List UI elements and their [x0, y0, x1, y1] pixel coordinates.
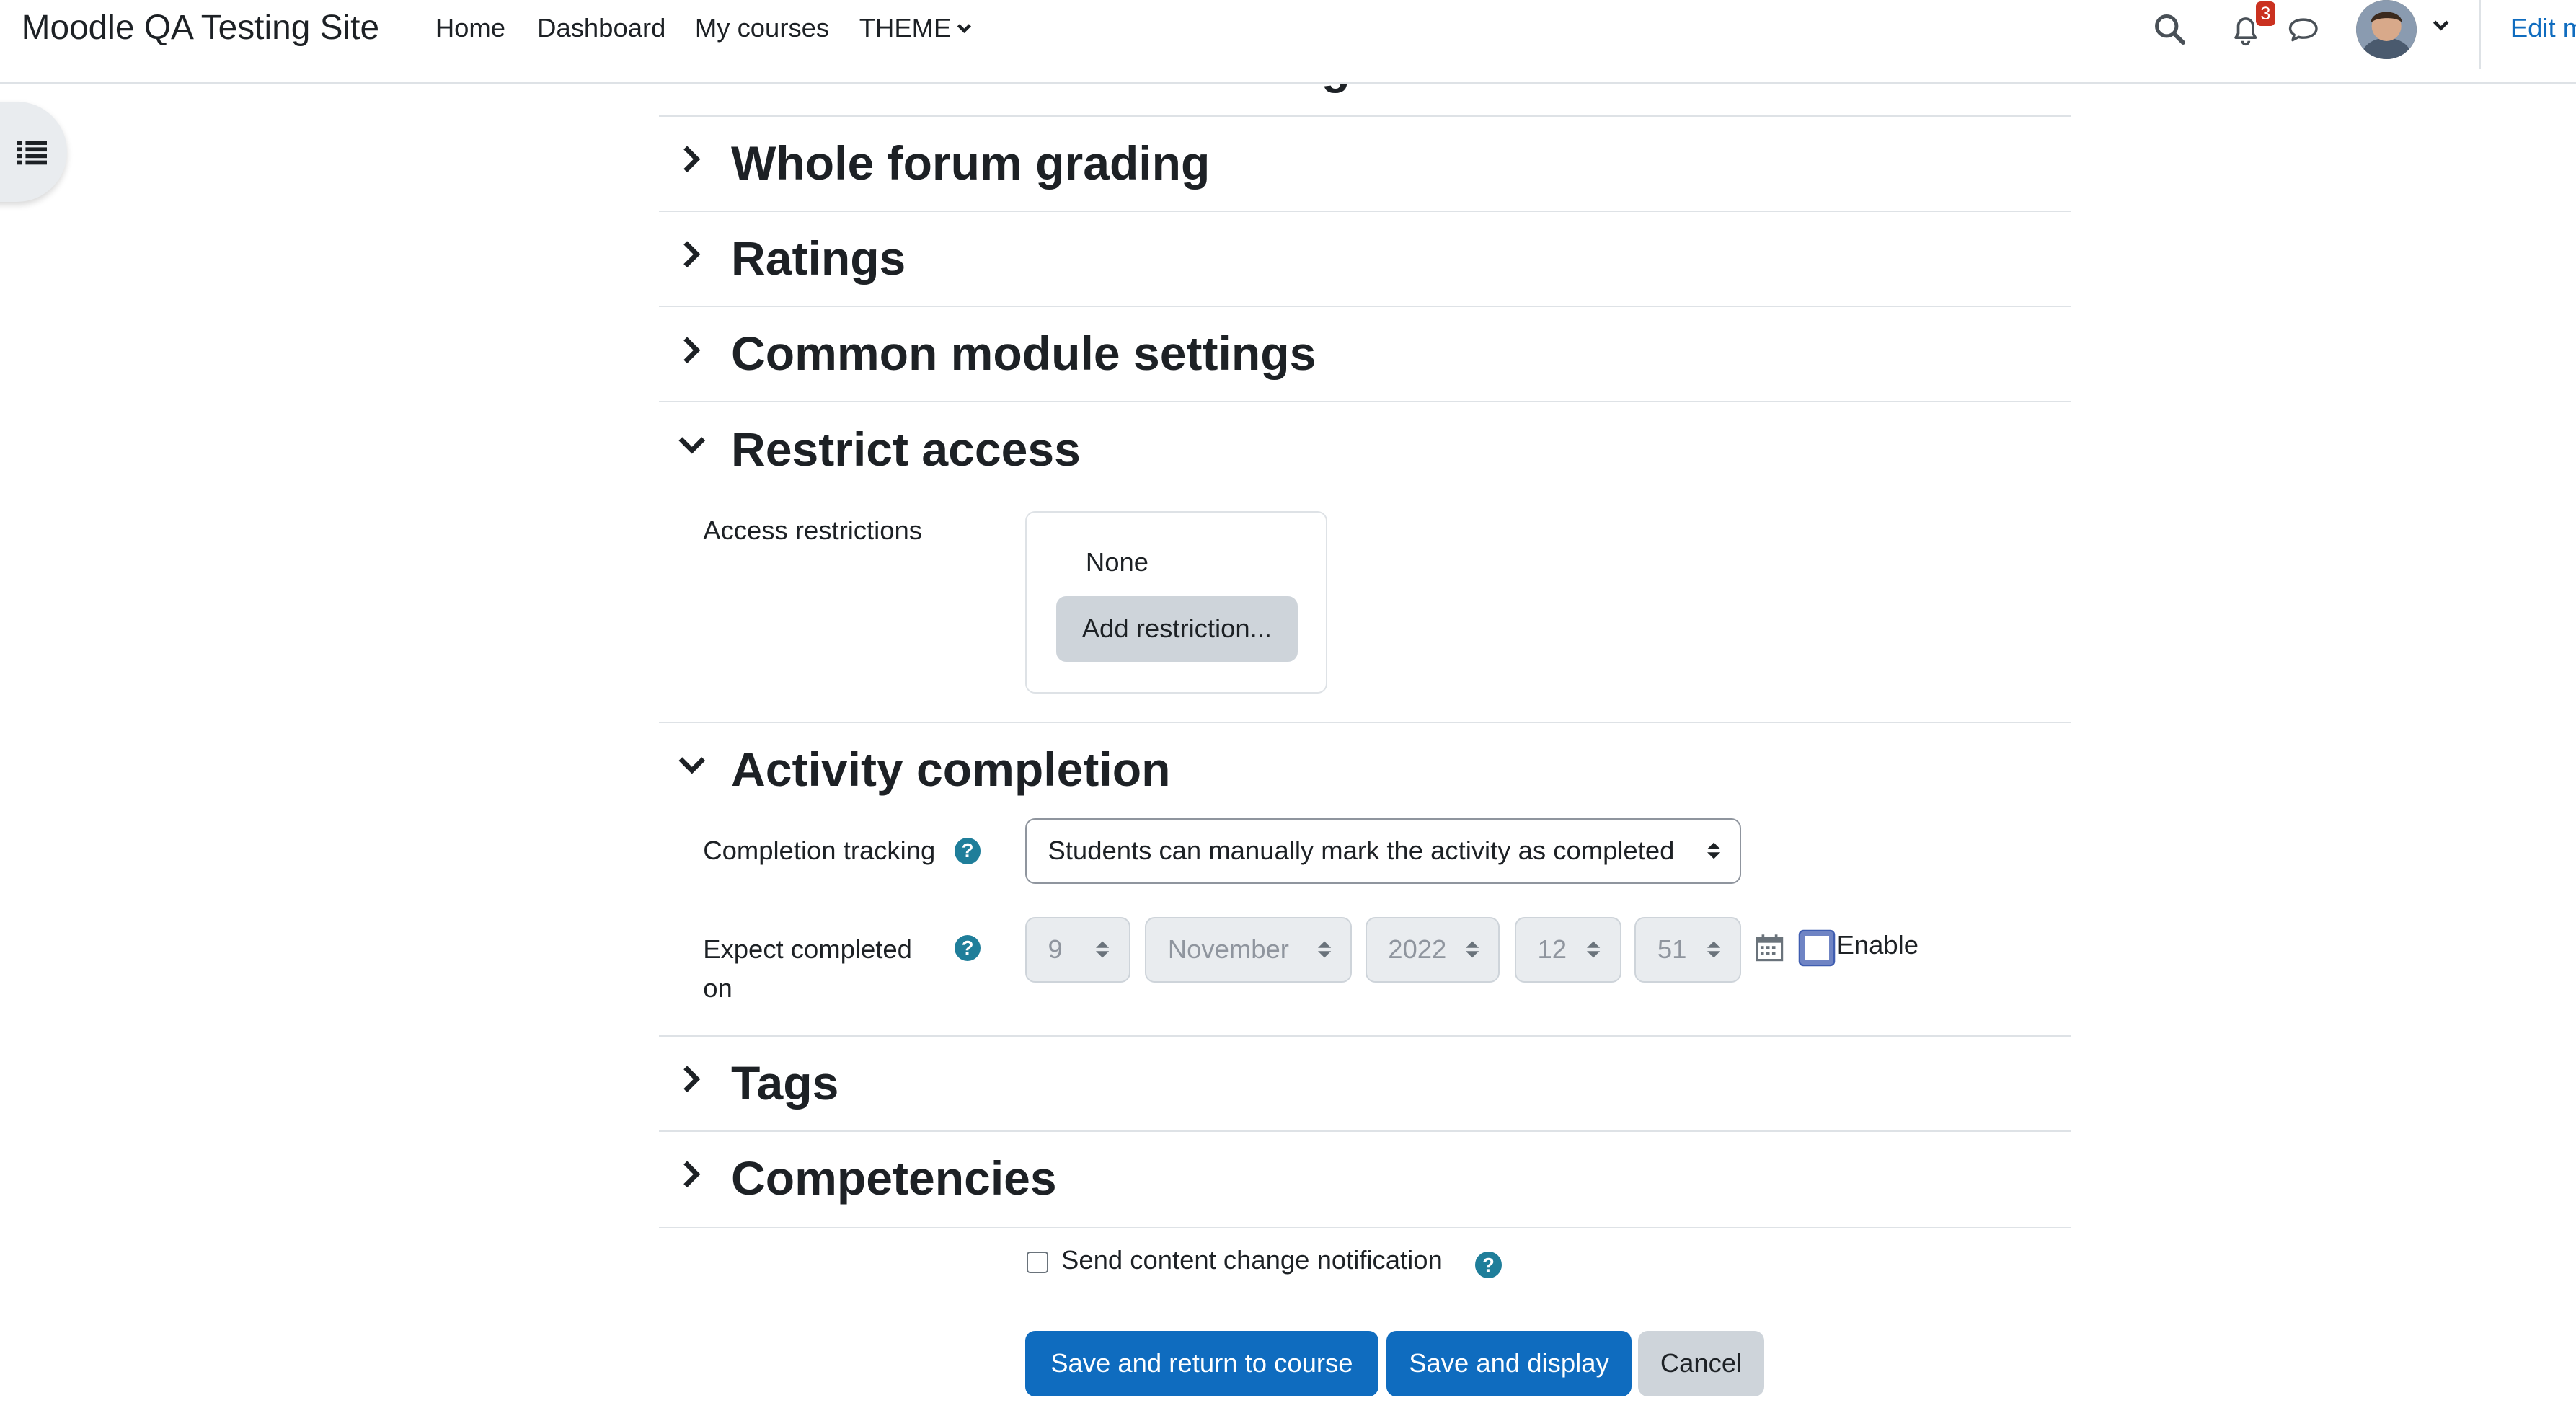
site-title[interactable]: Moodle QA Testing Site — [22, 8, 379, 48]
help-icon[interactable]: ? — [954, 838, 981, 864]
help-icon[interactable]: ? — [1475, 1252, 1502, 1278]
nav-my-courses[interactable]: My courses — [695, 13, 829, 43]
nav-divider — [2479, 0, 2481, 69]
expect-month-select[interactable]: November — [1145, 916, 1353, 983]
edit-mode-toggle[interactable]: Edit m — [2510, 13, 2576, 43]
nav-dashboard[interactable]: Dashboard — [537, 13, 665, 43]
chevron-right-icon — [683, 241, 700, 268]
expect-month-value: November — [1167, 934, 1289, 965]
section-title[interactable]: Whole forum grading — [731, 136, 1210, 191]
completion-tracking-select[interactable]: Students can manually mark the activity … — [1024, 818, 1742, 884]
section-title[interactable]: Activity completion — [731, 743, 1170, 797]
access-restrictions-box: None Add restriction... — [1024, 510, 1328, 694]
section-title[interactable]: Common module settings — [731, 327, 1316, 381]
section-restrict-access: Restrict access — [658, 402, 2072, 723]
chevron-right-icon — [683, 336, 700, 363]
notification-count-badge: 3 — [2255, 1, 2275, 27]
section-tags[interactable]: Tags — [658, 1037, 2072, 1133]
nav-theme-menu[interactable]: THEME — [859, 13, 973, 43]
section-header[interactable]: Restrict access — [659, 402, 2072, 497]
section-competencies[interactable]: Competencies — [658, 1132, 2072, 1229]
select-arrows-icon — [1587, 941, 1601, 958]
enable-label: Enable — [1836, 929, 1919, 960]
select-arrows-icon — [1707, 842, 1721, 859]
select-arrows-icon — [1707, 941, 1721, 958]
save-and-return-button[interactable]: Save and return to course — [1024, 1330, 1378, 1396]
course-index-drawer-toggle[interactable] — [0, 102, 68, 203]
main-content: Post threshold for blocking Whole forum … — [658, 0, 2072, 1408]
expect-day-value: 9 — [1048, 934, 1063, 965]
chevron-right-icon — [683, 1161, 700, 1188]
section-title[interactable]: Ratings — [731, 231, 906, 286]
section-title[interactable]: Restrict access — [731, 422, 1081, 477]
select-arrows-icon — [1465, 941, 1479, 958]
chevron-down-icon — [957, 24, 972, 33]
completion-tracking-value: Students can manually mark the activity … — [1048, 836, 1675, 866]
send-notification-label: Send content change notification — [1061, 1245, 1443, 1275]
section-header[interactable]: Ratings — [659, 212, 2072, 307]
section-header[interactable]: Whole forum grading — [659, 117, 2072, 212]
chevron-down-icon — [678, 436, 705, 454]
nav-theme-label: THEME — [859, 13, 952, 43]
help-icon[interactable]: ? — [954, 934, 981, 962]
completion-tracking-label: Completion tracking — [703, 836, 936, 866]
cancel-button[interactable]: Cancel — [1637, 1330, 1765, 1396]
section-whole-forum-grading[interactable]: Whole forum grading — [658, 117, 2072, 212]
chevron-down-icon[interactable] — [2431, 15, 2451, 35]
expect-minute-value: 51 — [1657, 934, 1687, 965]
section-header[interactable]: Competencies — [659, 1132, 2072, 1227]
chevron-right-icon — [683, 146, 700, 173]
send-notification-checkbox[interactable] — [1027, 1252, 1048, 1273]
expect-minute-select[interactable]: 51 — [1634, 916, 1742, 983]
nav-home[interactable]: Home — [435, 13, 505, 43]
expect-hour-select[interactable]: 12 — [1514, 916, 1622, 983]
chevron-down-icon — [678, 757, 705, 774]
chevron-right-icon — [683, 1066, 700, 1093]
user-avatar[interactable] — [2355, 0, 2417, 60]
section-title[interactable]: Tags — [731, 1056, 838, 1111]
search-icon[interactable] — [2151, 10, 2190, 50]
add-restriction-button[interactable]: Add restriction... — [1055, 595, 1298, 663]
section-title[interactable]: Competencies — [731, 1151, 1057, 1206]
restrictions-none-text: None — [1085, 546, 1149, 577]
section-common-module-settings[interactable]: Common module settings — [658, 307, 2072, 403]
section-header[interactable]: Tags — [659, 1037, 2072, 1132]
expect-year-value: 2022 — [1388, 934, 1447, 965]
expect-completed-label: Expect completed on — [703, 934, 912, 1004]
enable-checkbox[interactable] — [1800, 931, 1833, 965]
access-restrictions-label: Access restrictions — [703, 515, 922, 545]
expect-hour-value: 12 — [1537, 934, 1567, 965]
section-header[interactable]: Activity completion — [659, 723, 2072, 818]
save-and-display-button[interactable]: Save and display — [1386, 1330, 1632, 1396]
select-arrows-icon — [1096, 941, 1110, 958]
chat-icon[interactable] — [2283, 10, 2323, 50]
expect-year-select[interactable]: 2022 — [1365, 916, 1500, 983]
list-icon — [17, 140, 47, 164]
section-header[interactable]: Common module settings — [659, 307, 2072, 402]
select-arrows-icon — [1317, 941, 1331, 958]
calendar-icon[interactable] — [1755, 933, 1784, 962]
section-ratings[interactable]: Ratings — [658, 212, 2072, 308]
top-navbar: Moodle QA Testing Site Home Dashboard My… — [0, 0, 2576, 84]
expect-day-select[interactable]: 9 — [1024, 916, 1130, 983]
